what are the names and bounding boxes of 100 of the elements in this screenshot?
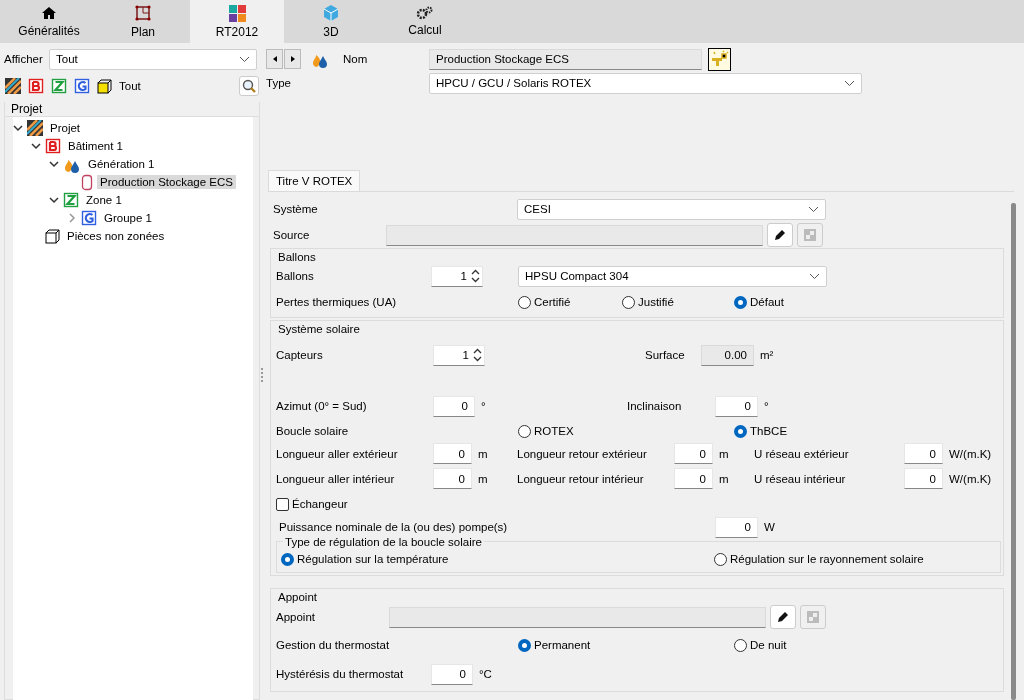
- next-button[interactable]: [284, 49, 301, 69]
- source-field[interactable]: [386, 224, 763, 246]
- field-label: Azimut (0° = Sud): [276, 400, 367, 412]
- letter-g-icon: [81, 210, 97, 226]
- number-field[interactable]: 0: [904, 443, 943, 464]
- box-icon: [97, 78, 112, 94]
- field-label: Source: [273, 229, 310, 241]
- field-label: Type: [266, 77, 291, 89]
- tab[interactable]: 3D: [284, 0, 378, 43]
- chevron-down-icon[interactable]: [49, 159, 59, 169]
- unit-label: m: [718, 447, 729, 460]
- radio-button[interactable]: Régulation sur le rayonnement solaire: [714, 552, 924, 566]
- striped-icon: [5, 78, 21, 94]
- tree-item[interactable]: Pièces non zonées: [64, 229, 168, 243]
- name-field[interactable]: Production Stockage ECS: [429, 48, 702, 70]
- number-field[interactable]: 0: [433, 443, 472, 464]
- number-field[interactable]: 0: [674, 468, 713, 489]
- tree-item[interactable]: Production Stockage ECS: [97, 175, 236, 189]
- field-label: Longueur aller intérieur: [276, 472, 395, 485]
- search-icon: [242, 79, 256, 93]
- number-field[interactable]: 0: [715, 516, 758, 538]
- field-label: Puissance nominale de la (ou des) pompe(s): [279, 521, 508, 533]
- spinner-arrows-icon[interactable]: [471, 269, 480, 283]
- previous-button[interactable]: [266, 49, 283, 69]
- chevron-down-icon[interactable]: [31, 141, 41, 151]
- spinner-arrows-icon[interactable]: [473, 348, 482, 362]
- radio-button[interactable]: Permanent: [518, 638, 591, 652]
- chevron-down-icon[interactable]: [13, 123, 23, 133]
- pencil-icon: [776, 610, 790, 624]
- field-label: Longueur retour extérieur: [517, 447, 647, 460]
- grid-icon: [803, 228, 817, 242]
- group-title: Appoint: [278, 591, 318, 603]
- chevron-right-icon[interactable]: [67, 213, 77, 223]
- radio-button[interactable]: Défaut: [734, 295, 784, 309]
- count-spinner[interactable]: 1: [431, 265, 483, 287]
- tank-icon: [81, 173, 93, 191]
- show-dropdown[interactable]: Tout: [49, 48, 257, 70]
- radio-button[interactable]: De nuit: [734, 638, 787, 652]
- tab[interactable]: Plan: [96, 0, 190, 43]
- number-field[interactable]: 0: [674, 443, 713, 464]
- unit-label: W/(m.K): [948, 447, 992, 460]
- count-spinner[interactable]: 1: [433, 344, 485, 366]
- number-field[interactable]: 0: [433, 395, 475, 417]
- number-field[interactable]: 0: [431, 663, 473, 685]
- chevron-down-icon[interactable]: [49, 195, 59, 205]
- tab[interactable]: Titre V ROTEX: [268, 170, 361, 191]
- number-field[interactable]: 0: [904, 468, 943, 489]
- colored-squares-icon: [228, 4, 246, 22]
- system-dropdown[interactable]: CESI: [517, 198, 826, 220]
- checkbox[interactable]: Échangeur: [276, 497, 348, 511]
- gears-icon: [416, 6, 434, 20]
- group-title: Ballons: [278, 251, 317, 263]
- caret-icon: [809, 272, 820, 280]
- field-label: Pertes thermiques (UA): [276, 296, 397, 308]
- field-label: Longueur aller extérieur: [276, 447, 398, 460]
- backup-field[interactable]: [389, 606, 766, 628]
- field-label: Gestion du thermostat: [276, 639, 390, 651]
- tree-item[interactable]: Groupe 1: [101, 211, 155, 225]
- tank-model-dropdown[interactable]: HPSU Compact 304: [518, 265, 827, 287]
- tree-item[interactable]: Génération 1: [85, 157, 158, 171]
- radio-button[interactable]: Régulation sur la température: [281, 552, 449, 566]
- field-label: Surface: [645, 349, 685, 361]
- unit-label: °: [763, 400, 769, 412]
- unit-label: m: [477, 447, 488, 460]
- type-dropdown[interactable]: HPCU / GCU / Solaris ROTEX: [429, 72, 862, 94]
- radio-button[interactable]: ROTEX: [518, 424, 574, 438]
- number-field[interactable]: 0: [715, 395, 758, 417]
- radio-button[interactable]: Certifié: [518, 295, 571, 309]
- group-title: Type de régulation de la boucle solaire: [283, 536, 484, 548]
- edit-button[interactable]: [767, 223, 793, 247]
- tab[interactable]: Généralités: [2, 0, 96, 43]
- search-button[interactable]: [239, 76, 259, 96]
- radio-button[interactable]: ThBCE: [734, 424, 788, 438]
- group-title: Système solaire: [278, 323, 361, 335]
- tab[interactable]: RT2012: [190, 0, 284, 43]
- letter-b-icon: [45, 138, 61, 154]
- tab[interactable]: Calcul: [378, 0, 472, 43]
- wireframe-cube-icon: [45, 228, 60, 244]
- radio-button[interactable]: Justifié: [622, 295, 674, 309]
- tree-item[interactable]: Zone 1: [83, 193, 125, 207]
- tree-item[interactable]: Bâtiment 1: [65, 139, 126, 153]
- field-label: Nom: [343, 53, 368, 65]
- house-icon: [41, 5, 57, 21]
- unit-label: m: [718, 472, 729, 485]
- unit-label: m: [477, 472, 488, 485]
- field-label: Appoint: [276, 611, 315, 623]
- edit-button[interactable]: [770, 605, 796, 629]
- faucet-icon[interactable]: [708, 47, 731, 71]
- unit-label: W: [763, 521, 775, 533]
- field-label: Système: [273, 203, 318, 215]
- letter-z-icon: [63, 192, 79, 208]
- striped-icon: [27, 120, 43, 136]
- scrollbar[interactable]: [1011, 203, 1016, 700]
- tree-item[interactable]: Projet: [47, 121, 84, 135]
- unit-label: °C: [478, 668, 492, 680]
- filter-label: Tout: [119, 80, 141, 92]
- letter-z-icon: [51, 78, 67, 94]
- number-field[interactable]: 0: [433, 468, 472, 489]
- caret-icon: [844, 79, 855, 87]
- pencil-icon: [773, 228, 787, 242]
